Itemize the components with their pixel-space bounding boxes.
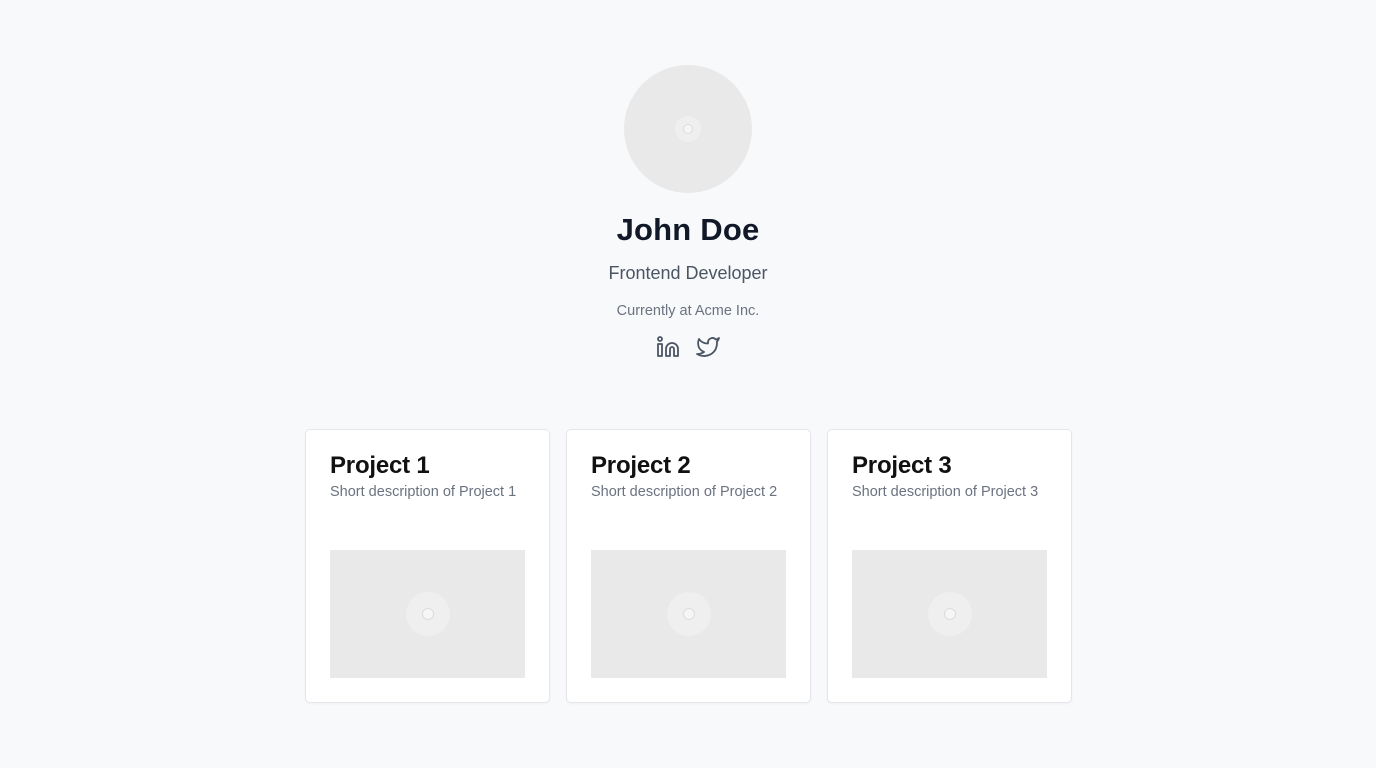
project-title: Project 1	[330, 452, 430, 479]
twitter-link[interactable]	[696, 335, 720, 359]
linkedin-icon	[657, 336, 679, 357]
portfolio-page: John Doe Frontend Developer Currently at…	[0, 0, 1376, 768]
project-description: Short description of Project 1	[330, 484, 517, 500]
profile-role: Frontend Developer	[608, 263, 768, 283]
social-links	[656, 335, 720, 359]
image-placeholder-center	[943, 608, 956, 620]
project-card-3[interactable]: Project 3 Short description of Project 3	[827, 429, 1072, 703]
profile-name: John Doe	[616, 212, 760, 247]
profile-section: John Doe Frontend Developer Currently at…	[0, 65, 1376, 359]
project-image	[330, 550, 525, 678]
project-card-1[interactable]: Project 1 Short description of Project 1	[305, 429, 550, 703]
profile-company: Currently at Acme Inc.	[616, 303, 760, 319]
image-placeholder-center	[683, 124, 693, 134]
projects-grid: Project 1 Short description of Project 1…	[305, 429, 1072, 703]
project-image	[852, 550, 1047, 678]
project-title: Project 3	[852, 452, 952, 479]
image-placeholder-center	[682, 608, 695, 620]
project-title: Project 2	[591, 452, 691, 479]
twitter-icon	[696, 337, 720, 357]
linkedin-link[interactable]	[656, 335, 680, 359]
project-card-2[interactable]: Project 2 Short description of Project 2	[566, 429, 811, 703]
project-image	[591, 550, 786, 678]
avatar	[624, 65, 752, 193]
image-placeholder-center	[421, 608, 434, 620]
project-description: Short description of Project 3	[852, 484, 1039, 500]
project-description: Short description of Project 2	[591, 484, 778, 500]
